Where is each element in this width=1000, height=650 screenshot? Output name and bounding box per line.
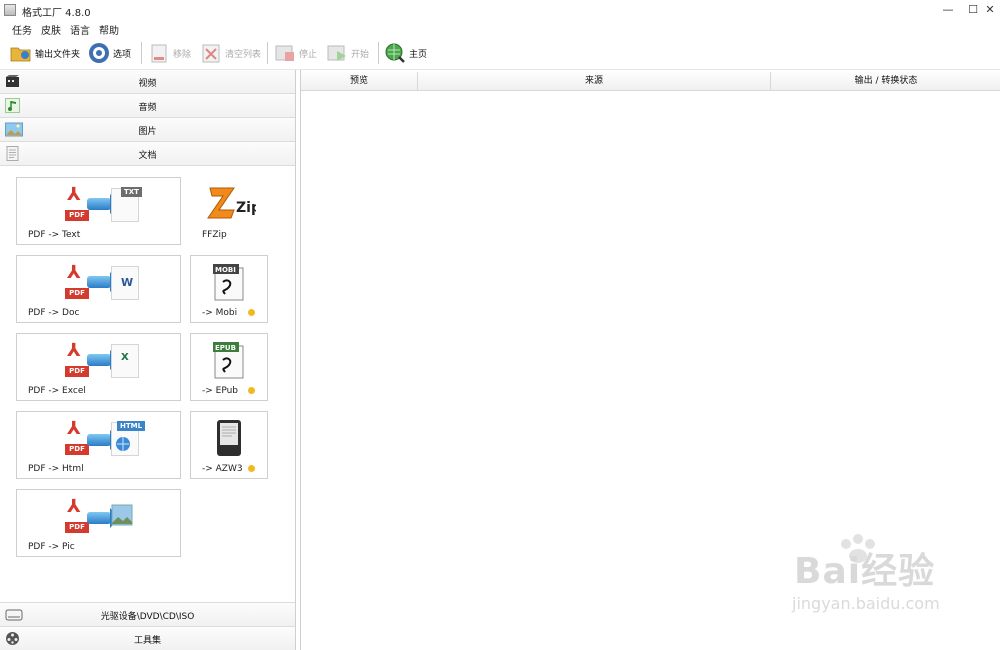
- clear-list-icon: [200, 42, 222, 64]
- menu-language[interactable]: 语言: [70, 22, 90, 37]
- menu-bar: 任务 皮肤 语言 帮助: [0, 20, 1000, 37]
- menu-task[interactable]: 任务: [12, 22, 32, 37]
- gear-icon: [88, 42, 110, 64]
- to-mobi-label: -> Mobi: [202, 308, 238, 318]
- svg-text:Zip: Zip: [236, 200, 256, 216]
- toolbar-separator: [141, 42, 142, 64]
- watermark-url: jingyan.baidu.com: [792, 594, 940, 613]
- status-dot: [248, 465, 255, 472]
- title-bar: 格式工厂 4.8.0 — ☐ ✕: [0, 0, 1000, 20]
- stop-button[interactable]: 停止: [274, 40, 317, 66]
- mobi-file-icon: MOBI: [213, 264, 244, 301]
- pdf-to-pic-card[interactable]: ⅄ PDF PDF -> Pic: [16, 489, 181, 557]
- svg-text:EPUB: EPUB: [215, 344, 236, 352]
- home-label: 主页: [409, 49, 428, 60]
- window-title: 格式工厂 4.8.0: [22, 8, 91, 19]
- column-header-preview[interactable]: 预览: [301, 72, 418, 91]
- pdf-to-excel-card[interactable]: ⅄ PDF X PDF -> Excel: [16, 333, 181, 401]
- pdf-to-html-card[interactable]: ⅄ PDF HTML PDF -> Html: [16, 411, 181, 479]
- category-tools[interactable]: 工具集: [0, 626, 295, 650]
- epub-file-icon: EPUB: [213, 342, 244, 379]
- status-dot: [248, 309, 255, 316]
- start-label: 开始: [351, 49, 370, 60]
- pdf-to-doc-card[interactable]: ⅄ PDF W PDF -> Doc: [16, 255, 181, 323]
- category-image[interactable]: 图片: [0, 118, 295, 142]
- toolbar: 输出文件夹 选项 移除 清空列表 停止 开始 主页: [0, 36, 1000, 70]
- menu-skin[interactable]: 皮肤: [41, 22, 61, 37]
- category-image-label: 图片: [138, 127, 157, 137]
- to-azw3-label: -> AZW3: [202, 464, 243, 474]
- start-icon: [326, 42, 348, 64]
- close-button[interactable]: ✕: [976, 2, 1000, 18]
- output-folder-label: 输出文件夹: [35, 49, 81, 60]
- pdf-to-excel-label: PDF -> Excel: [28, 386, 86, 396]
- clear-list-label: 清空列表: [225, 49, 262, 60]
- ffzip-logo-icon: Zip: [207, 187, 256, 219]
- pdf-to-doc-label: PDF -> Doc: [28, 308, 80, 318]
- ffzip-label: FFZip: [202, 230, 227, 240]
- stop-icon: [274, 42, 296, 64]
- category-optical-drive[interactable]: 光驱设备\DVD\CD\ISO: [0, 602, 295, 626]
- pdf-to-text-label: PDF -> Text: [28, 230, 81, 240]
- stop-label: 停止: [299, 49, 318, 60]
- to-mobi-card[interactable]: MOBI -> Mobi: [190, 255, 268, 323]
- app-icon: [4, 4, 16, 16]
- column-header-source[interactable]: 来源: [418, 72, 771, 91]
- globe-search-icon: [384, 42, 406, 64]
- pdf-to-html-label: PDF -> Html: [28, 464, 84, 474]
- category-document-label: 文档: [138, 151, 157, 161]
- status-dot: [248, 387, 255, 394]
- category-video[interactable]: 视频: [0, 70, 295, 94]
- ereader-icon: [217, 420, 241, 456]
- menu-help[interactable]: 帮助: [99, 22, 119, 37]
- category-tools-label: 工具集: [133, 636, 161, 646]
- pdf-to-pic-label: PDF -> Pic: [28, 542, 75, 552]
- left-panel: 视频 音频 图片 文档 ⅄ PDF TXT PDF -> Text ⅄ PDF: [0, 70, 296, 650]
- output-folder-button[interactable]: 输出文件夹: [10, 40, 80, 66]
- to-azw3-card[interactable]: -> AZW3: [190, 411, 268, 479]
- toolbar-separator: [378, 42, 379, 64]
- start-button[interactable]: 开始: [326, 40, 369, 66]
- svg-text:MOBI: MOBI: [215, 266, 236, 274]
- home-button[interactable]: 主页: [384, 40, 427, 66]
- watermark: Bai经验 jingyan.baidu.com: [766, 534, 966, 624]
- to-epub-card[interactable]: EPUB -> EPub: [190, 333, 268, 401]
- pdf-to-text-card[interactable]: ⅄ PDF TXT PDF -> Text: [16, 177, 181, 245]
- column-header-output-status[interactable]: 输出 / 转换状态: [771, 72, 1000, 91]
- category-optical-drive-label: 光驱设备\DVD\CD\ISO: [100, 612, 195, 622]
- to-epub-label: -> EPub: [202, 386, 239, 396]
- category-video-label: 视频: [138, 79, 157, 89]
- minimize-button[interactable]: —: [934, 2, 962, 18]
- category-audio-label: 音频: [138, 103, 157, 113]
- remove-icon: [148, 42, 170, 64]
- ffzip-card[interactable]: Zip FFZip: [190, 177, 268, 245]
- folder-icon: [10, 42, 32, 64]
- watermark-brand: Bai经验: [794, 551, 936, 592]
- options-button[interactable]: 选项: [88, 40, 131, 66]
- category-audio[interactable]: 音频: [0, 94, 295, 118]
- remove-label: 移除: [173, 49, 192, 60]
- toolbar-separator: [267, 42, 268, 64]
- options-label: 选项: [113, 49, 132, 60]
- clear-list-button[interactable]: 清空列表: [200, 40, 261, 66]
- category-document[interactable]: 文档: [0, 142, 295, 166]
- remove-button[interactable]: 移除: [148, 40, 191, 66]
